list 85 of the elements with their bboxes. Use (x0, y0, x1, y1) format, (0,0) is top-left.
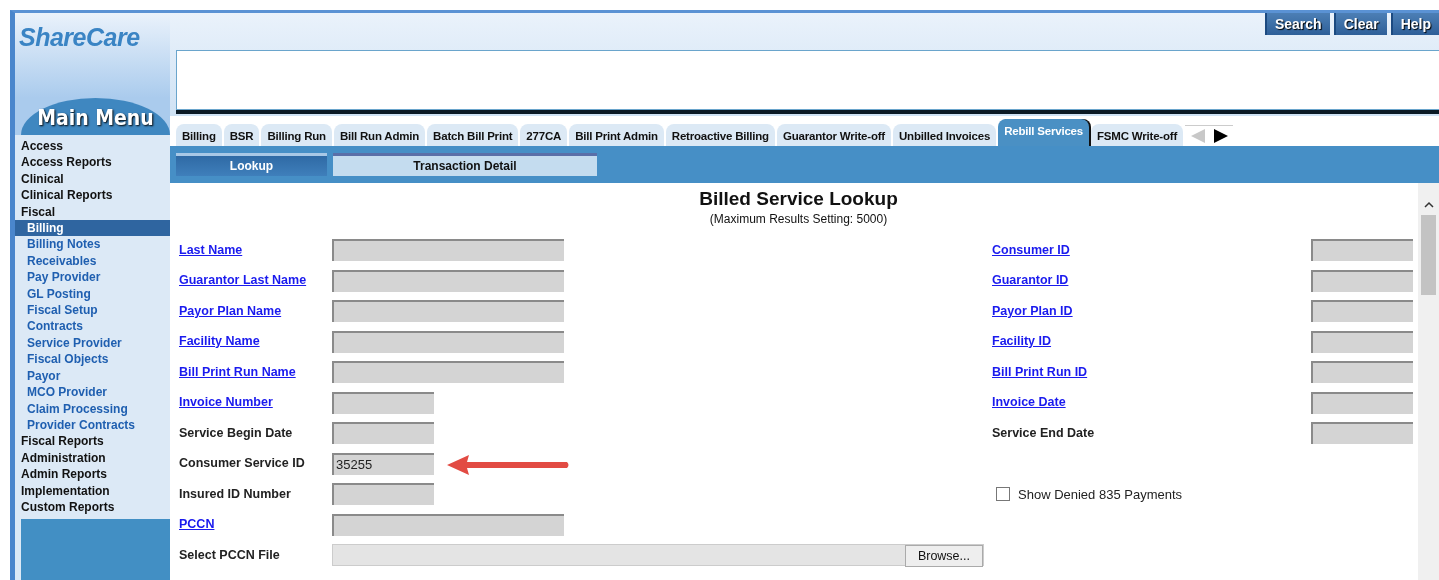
menu-item[interactable]: Claim Processing (15, 400, 170, 417)
browse-button[interactable]: Browse... (904, 545, 983, 568)
tab[interactable]: Bill Run Admin (333, 124, 426, 146)
menu-item[interactable]: Service Provider (15, 334, 170, 352)
input-field[interactable] (1311, 330, 1413, 353)
input-field[interactable] (332, 391, 434, 414)
input-field[interactable] (1311, 391, 1413, 414)
field-label-link[interactable]: Payor Plan Name (179, 301, 282, 321)
subtab[interactable]: Lookup (176, 153, 327, 176)
menu-item[interactable]: Fiscal Objects (15, 351, 170, 368)
menu-item[interactable]: Billing (15, 220, 170, 237)
input-field[interactable] (1311, 422, 1413, 445)
menu-item[interactable]: Fiscal (15, 203, 170, 221)
input-field[interactable] (332, 483, 434, 506)
main-menu-title: Main Menu (21, 98, 170, 135)
menu-item[interactable]: Access Reports (15, 154, 170, 171)
toolbar-button[interactable]: Search (1264, 13, 1330, 35)
field-label: Consumer Service ID (179, 455, 305, 473)
field-label-link[interactable]: Guarantor Last Name (179, 271, 307, 291)
input-field[interactable] (332, 269, 564, 292)
scrollbar-thumb[interactable] (1421, 215, 1436, 295)
field-label-link[interactable]: Guarantor ID (992, 271, 1069, 291)
input-field[interactable] (332, 361, 564, 384)
menu-item[interactable]: Receivables (15, 252, 170, 270)
checkbox-label: Show Denied 835 Payments (1018, 485, 1183, 504)
menu-item[interactable]: Admin Reports (15, 466, 170, 483)
input-field[interactable] (332, 300, 564, 323)
scrollbar[interactable] (1418, 183, 1439, 580)
field-label-link[interactable]: Last Name (179, 240, 243, 260)
menu-item[interactable]: Contracts (15, 318, 170, 335)
tab[interactable]: Billing Run (261, 124, 332, 146)
menu-item[interactable]: Clinical Reports (15, 187, 170, 204)
menu-item[interactable]: GL Posting (15, 285, 170, 303)
menu-item[interactable]: Access (15, 138, 170, 155)
field-label-link[interactable]: Bill Print Run Name (179, 362, 296, 382)
menu-item[interactable]: MCO Provider (15, 384, 170, 401)
tab[interactable]: Retroactive Billing (665, 124, 775, 146)
input-field[interactable] (1311, 300, 1413, 323)
field-label-link[interactable]: Facility ID (992, 332, 1052, 352)
tab[interactable]: BSR (223, 124, 260, 146)
input-field[interactable] (332, 422, 434, 445)
field-label: Service Begin Date (179, 424, 293, 442)
menu-item[interactable]: Administration (15, 449, 170, 467)
tab[interactable]: Bill Print Admin (569, 124, 664, 146)
subtab[interactable]: Transaction Detail (333, 153, 597, 176)
tab[interactable]: 277CA (520, 124, 568, 146)
tab[interactable]: FSMC Write-off (1091, 124, 1184, 146)
logo: ShareCare (19, 22, 141, 53)
tab[interactable]: Billing (176, 124, 222, 146)
field-label-link[interactable]: Bill Print Run ID (992, 362, 1088, 382)
toolbar-button[interactable]: Help (1390, 13, 1439, 35)
menu-item[interactable]: Provider Contracts (15, 416, 170, 434)
field-label-link[interactable]: Consumer ID (992, 240, 1070, 260)
input-field[interactable] (1311, 361, 1413, 384)
input-field[interactable]: 35255 (332, 452, 434, 475)
input-field[interactable] (1311, 269, 1413, 292)
field-label-link[interactable]: Facility Name (179, 332, 260, 352)
checkbox[interactable] (996, 487, 1010, 502)
tab[interactable]: Batch Bill Print (427, 124, 519, 146)
menu-item[interactable]: Fiscal Reports (15, 433, 170, 450)
form-subtitle: (Maximum Results Setting: 5000) (708, 211, 889, 227)
scroll-right-icon[interactable] (1213, 128, 1230, 144)
field-label-link[interactable]: Invoice Number (179, 393, 273, 413)
menu-item[interactable]: Billing Notes (15, 236, 170, 253)
field-label-link[interactable]: PCCN (179, 515, 215, 535)
tab[interactable]: Guarantor Write-off (776, 124, 891, 146)
field-label: Service End Date (992, 424, 1095, 442)
menu-item[interactable]: Pay Provider (15, 269, 170, 286)
menu-item[interactable]: Custom Reports (15, 498, 170, 516)
input-field[interactable] (332, 330, 564, 353)
field-label: Select PCCN File (179, 546, 280, 564)
field-label-link[interactable]: Invoice Date (992, 393, 1066, 413)
tab[interactable]: Unbilled Invoices (893, 124, 997, 146)
input-field[interactable] (1311, 239, 1413, 262)
form-title: Billed Service Lookup (698, 187, 899, 211)
menu-item[interactable]: Clinical (15, 170, 170, 188)
file-input-field[interactable]: Browse... (332, 544, 984, 567)
menu-item[interactable]: Fiscal Setup (15, 302, 170, 319)
input-field[interactable] (332, 239, 564, 262)
field-label: Insured ID Number (179, 485, 291, 503)
menu-item[interactable]: Implementation (15, 482, 170, 499)
menu-item[interactable]: Payor (15, 367, 170, 385)
input-field[interactable] (332, 513, 564, 536)
field-label-link[interactable]: Payor Plan ID (992, 301, 1073, 321)
toolbar-button[interactable]: Clear (1333, 13, 1387, 35)
